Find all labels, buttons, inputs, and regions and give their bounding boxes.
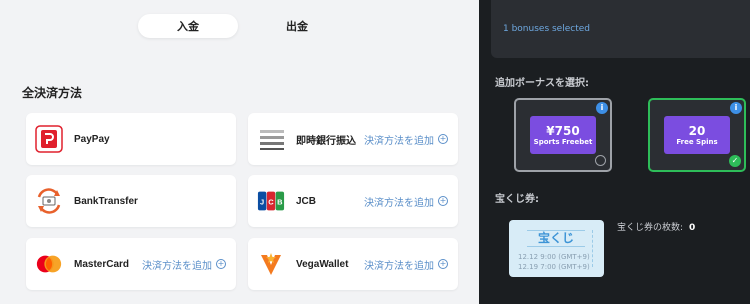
svg-text:C: C — [268, 198, 274, 207]
method-name: BankTransfer — [74, 195, 138, 207]
method-name: 即時銀行振込 — [296, 135, 356, 147]
payment-method-mastercard[interactable]: MasterCard 決済方法を追加 + — [26, 238, 236, 290]
plus-circle-icon: + — [438, 259, 448, 269]
method-name: MasterCard — [74, 258, 130, 270]
add-method-button[interactable]: 決済方法を追加 + — [364, 113, 448, 165]
add-method-label: 決済方法を追加 — [364, 260, 434, 272]
bonus-panel: 1 bonuses selected 追加ボーナスを選択: ¥750 Sport… — [479, 0, 750, 304]
unselected-radio-icon[interactable] — [595, 155, 606, 166]
svg-text:J: J — [260, 198, 264, 207]
bank-transfer-lines-icon — [257, 125, 285, 153]
method-name: JCB — [296, 195, 317, 207]
info-icon[interactable]: i — [596, 102, 608, 114]
bonus-type: Free Spins — [676, 138, 718, 146]
payment-method-jcb[interactable]: J C B JCB 決済方法を追加 + — [248, 175, 458, 227]
bonus-type: Sports Freebet — [533, 138, 593, 146]
ticket-count-label: 宝くじ券の枚数: — [617, 223, 684, 233]
bonuses-selected-dropdown[interactable]: 1 bonuses selected — [491, 0, 750, 58]
bonus-card-free-spins[interactable]: 20 Free Spins i ✓ — [648, 98, 746, 172]
lottery-ticket: 宝くじ 12.12 9:00 (GMT+9) 12.19 7:00 (GMT+9… — [509, 220, 604, 277]
deposit-withdraw-tabs: 入金 出金 — [135, 14, 350, 38]
plus-circle-icon: + — [216, 259, 226, 269]
add-method-label: 決済方法を追加 — [364, 135, 434, 147]
add-method-label: 決済方法を追加 — [142, 260, 212, 272]
jcb-logo: J C B — [257, 187, 285, 215]
bonus-amount: 20 — [688, 124, 706, 138]
vegawallet-logo — [257, 250, 285, 278]
bank-transfer-exchange-icon — [35, 187, 63, 215]
svg-text:B: B — [277, 198, 283, 207]
bonus-badge: ¥750 Sports Freebet — [530, 116, 596, 154]
paypay-logo — [35, 125, 63, 153]
bonus-card-sports-freebet[interactable]: ¥750 Sports Freebet i — [514, 98, 612, 172]
ticket-count-value: 0 — [689, 223, 696, 233]
add-method-button[interactable]: 決済方法を追加 + — [364, 175, 448, 227]
tab-withdraw[interactable]: 出金 — [247, 14, 347, 38]
info-icon[interactable]: i — [730, 102, 742, 114]
bonus-badge: 20 Free Spins — [664, 116, 730, 154]
payment-panel: 入金 出金 全決済方法 PayPay 即時銀行振込 決済方法を追加 + Bank… — [0, 0, 479, 304]
mastercard-logo — [35, 250, 63, 278]
lottery-label: 宝くじ券: — [495, 194, 539, 205]
add-method-label: 決済方法を追加 — [364, 197, 434, 209]
ticket-perforation — [592, 230, 600, 267]
bonus-amount: ¥750 — [546, 124, 580, 138]
add-method-button[interactable]: 決済方法を追加 + — [364, 238, 448, 290]
payment-method-paypay[interactable]: PayPay — [26, 113, 236, 165]
payment-method-vegawallet[interactable]: VegaWallet 決済方法を追加 + — [248, 238, 458, 290]
plus-circle-icon: + — [438, 134, 448, 144]
ticket-date-start: 12.12 9:00 (GMT+9) — [518, 253, 590, 261]
tab-deposit[interactable]: 入金 — [138, 14, 238, 38]
ticket-title: 宝くじ — [527, 230, 585, 247]
ticket-count: 宝くじ券の枚数: 0 — [617, 220, 695, 233]
checkmark-icon[interactable]: ✓ — [729, 155, 741, 167]
ticket-date-end: 12.19 7:00 (GMT+9) — [518, 263, 590, 271]
method-name: VegaWallet — [296, 258, 349, 270]
plus-circle-icon: + — [438, 196, 448, 206]
section-title: 全決済方法 — [22, 86, 83, 100]
add-method-button[interactable]: 決済方法を追加 + — [142, 238, 226, 290]
method-name: PayPay — [74, 133, 110, 145]
payment-method-banktransfer[interactable]: BankTransfer — [26, 175, 236, 227]
payment-method-instant-bank[interactable]: 即時銀行振込 決済方法を追加 + — [248, 113, 458, 165]
choose-bonus-label: 追加ボーナスを選択: — [495, 78, 589, 89]
